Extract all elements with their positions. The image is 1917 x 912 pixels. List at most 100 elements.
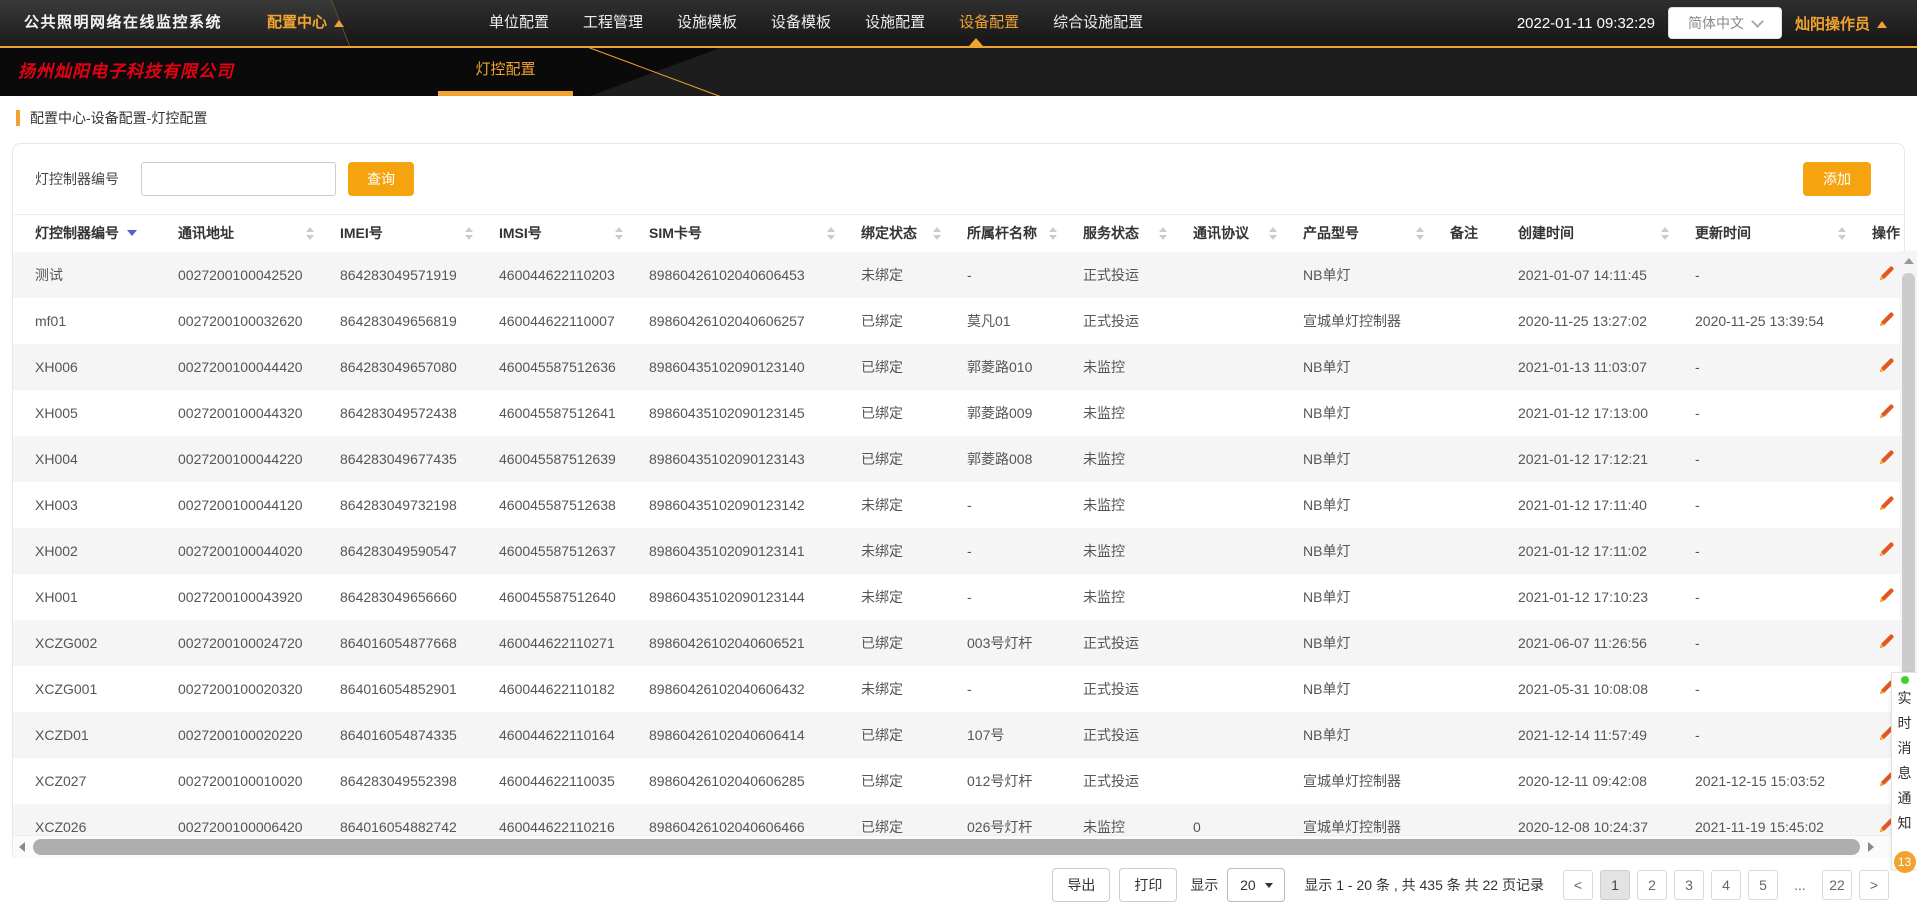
active-menu-pointer-icon xyxy=(969,38,983,46)
edit-button[interactable] xyxy=(1878,633,1895,650)
table-cell: 2021-05-31 10:08:08 xyxy=(1518,666,1695,712)
column-label: 通讯地址 xyxy=(178,223,234,243)
page-button-1[interactable]: 1 xyxy=(1600,870,1630,900)
sort-toggle-icon[interactable] xyxy=(933,227,941,240)
tab-light-control-config[interactable]: 灯控配置 xyxy=(438,48,573,96)
sort-desc-icon[interactable] xyxy=(127,230,137,236)
table-cell: 0027200100043920 xyxy=(178,574,340,620)
column-header-created-time[interactable]: 创建时间 xyxy=(1518,214,1695,252)
sort-toggle-icon[interactable] xyxy=(1661,227,1669,240)
table-cell: 郭菱路008 xyxy=(967,436,1083,482)
sort-toggle-icon[interactable] xyxy=(1159,227,1167,240)
edit-button[interactable] xyxy=(1878,541,1895,558)
menu-item-设备模板[interactable]: 设备模板 xyxy=(771,0,831,46)
column-header-imei[interactable]: IMEI号 xyxy=(340,214,499,252)
table-cell xyxy=(1193,528,1303,574)
edit-button[interactable] xyxy=(1878,357,1895,374)
page-button-5[interactable]: 5 xyxy=(1748,870,1778,900)
horizontal-scrollbar[interactable] xyxy=(13,835,1904,859)
column-header-product-model[interactable]: 产品型号 xyxy=(1303,214,1450,252)
sort-toggle-icon[interactable] xyxy=(615,227,623,240)
sort-toggle-icon[interactable] xyxy=(465,227,473,240)
table-cell: 864016054852901 xyxy=(340,666,499,712)
column-header-sim-card[interactable]: SIM卡号 xyxy=(649,214,861,252)
edit-button[interactable] xyxy=(1878,495,1895,512)
table-cell xyxy=(1193,344,1303,390)
menu-item-设施配置[interactable]: 设施配置 xyxy=(865,0,925,46)
column-header-service-status[interactable]: 服务状态 xyxy=(1083,214,1193,252)
edit-button[interactable] xyxy=(1878,403,1895,420)
page-button-2[interactable]: 2 xyxy=(1637,870,1667,900)
controller-id-input[interactable] xyxy=(141,162,336,196)
notification-panel[interactable]: 实时消息通知 13 xyxy=(1891,672,1917,870)
export-button[interactable]: 导出 xyxy=(1052,868,1110,902)
add-button[interactable]: 添加 xyxy=(1803,162,1871,196)
query-button[interactable]: 查询 xyxy=(348,162,414,196)
sort-toggle-icon[interactable] xyxy=(1269,227,1277,240)
table-cell: 2021-01-12 17:11:40 xyxy=(1518,482,1695,528)
table-cell: 0 xyxy=(1193,804,1303,836)
sort-toggle-icon[interactable] xyxy=(1416,227,1424,240)
column-header-operation[interactable]: 操作 xyxy=(1872,214,1904,252)
column-header-updated-time[interactable]: 更新时间 xyxy=(1695,214,1872,252)
table-cell xyxy=(1193,390,1303,436)
menu-item-综合设施配置[interactable]: 综合设施配置 xyxy=(1053,0,1143,46)
table-cell: 正式投运 xyxy=(1083,620,1193,666)
menu-item-设施模板[interactable]: 设施模板 xyxy=(677,0,737,46)
edit-button[interactable] xyxy=(1878,265,1895,282)
records-summary: 显示 1 - 20 条 , 共 435 条 共 22 页记录 xyxy=(1304,875,1544,895)
sort-toggle-icon[interactable] xyxy=(1838,227,1846,240)
table-cell xyxy=(1450,298,1518,344)
column-header-comm-address[interactable]: 通讯地址 xyxy=(178,214,340,252)
print-button[interactable]: 打印 xyxy=(1119,868,1177,902)
table-cell: - xyxy=(967,482,1083,528)
page-button-3[interactable]: 3 xyxy=(1674,870,1704,900)
column-header-pole-name[interactable]: 所属杆名称 xyxy=(967,214,1083,252)
scroll-right-arrow[interactable] xyxy=(1862,836,1880,858)
table-cell: 0027200100044020 xyxy=(178,528,340,574)
menu-item-工程管理[interactable]: 工程管理 xyxy=(583,0,643,46)
horizontal-scroll-thumb[interactable] xyxy=(33,839,1860,855)
column-header-comm-protocol[interactable]: 通讯协议 xyxy=(1193,214,1303,252)
table-cell: 未监控 xyxy=(1083,528,1193,574)
table-cell: - xyxy=(1695,436,1872,482)
page-size-select[interactable]: 20 xyxy=(1227,868,1285,902)
edit-button[interactable] xyxy=(1878,449,1895,466)
table-cell xyxy=(1450,712,1518,758)
column-label: 所属杆名称 xyxy=(967,223,1037,243)
table-cell: 0027200100032620 xyxy=(178,298,340,344)
scroll-up-arrow[interactable] xyxy=(1900,253,1917,269)
column-header-remark[interactable]: 备注 xyxy=(1450,214,1518,252)
edit-button[interactable] xyxy=(1878,311,1895,328)
page-button-4[interactable]: 4 xyxy=(1711,870,1741,900)
scroll-left-arrow[interactable] xyxy=(13,836,31,858)
table-row: mf01002720010003262086428304965681946004… xyxy=(13,298,1904,344)
table-cell xyxy=(1193,436,1303,482)
table-row: XH00600272001000444208642830496570804600… xyxy=(13,344,1904,390)
column-header-controller-id[interactable]: 灯控制器编号 xyxy=(13,214,178,252)
edit-button[interactable] xyxy=(1878,587,1895,604)
next-page-button[interactable]: > xyxy=(1859,870,1889,900)
table-cell: XCZG001 xyxy=(13,666,178,712)
table-cell: 003号灯杆 xyxy=(967,620,1083,666)
table-cell: NB单灯 xyxy=(1303,252,1450,298)
table-cell: 宣城单灯控制器 xyxy=(1303,298,1450,344)
sort-toggle-icon[interactable] xyxy=(306,227,314,240)
pagination: <12345...22> xyxy=(1563,870,1889,900)
company-name: 扬州灿阳电子科技有限公司 xyxy=(18,48,234,96)
table-cell: 宣城单灯控制器 xyxy=(1303,758,1450,804)
prev-page-button[interactable]: < xyxy=(1563,870,1593,900)
column-header-bind-status[interactable]: 绑定状态 xyxy=(861,214,967,252)
chevron-down-icon xyxy=(1751,15,1764,28)
page-button-22[interactable]: 22 xyxy=(1822,870,1852,900)
table-cell: 864283049571919 xyxy=(340,252,499,298)
language-select[interactable]: 简体中文 xyxy=(1668,7,1782,39)
sort-toggle-icon[interactable] xyxy=(1049,227,1057,240)
config-center-menu[interactable]: 配置中心 xyxy=(267,0,344,46)
triangle-up-icon xyxy=(1877,21,1887,28)
sort-toggle-icon[interactable] xyxy=(827,227,835,240)
user-menu[interactable]: 灿阳操作员 xyxy=(1795,13,1887,34)
menu-item-单位配置[interactable]: 单位配置 xyxy=(489,0,549,46)
column-header-imsi[interactable]: IMSI号 xyxy=(499,214,649,252)
user-name: 灿阳操作员 xyxy=(1795,16,1870,33)
